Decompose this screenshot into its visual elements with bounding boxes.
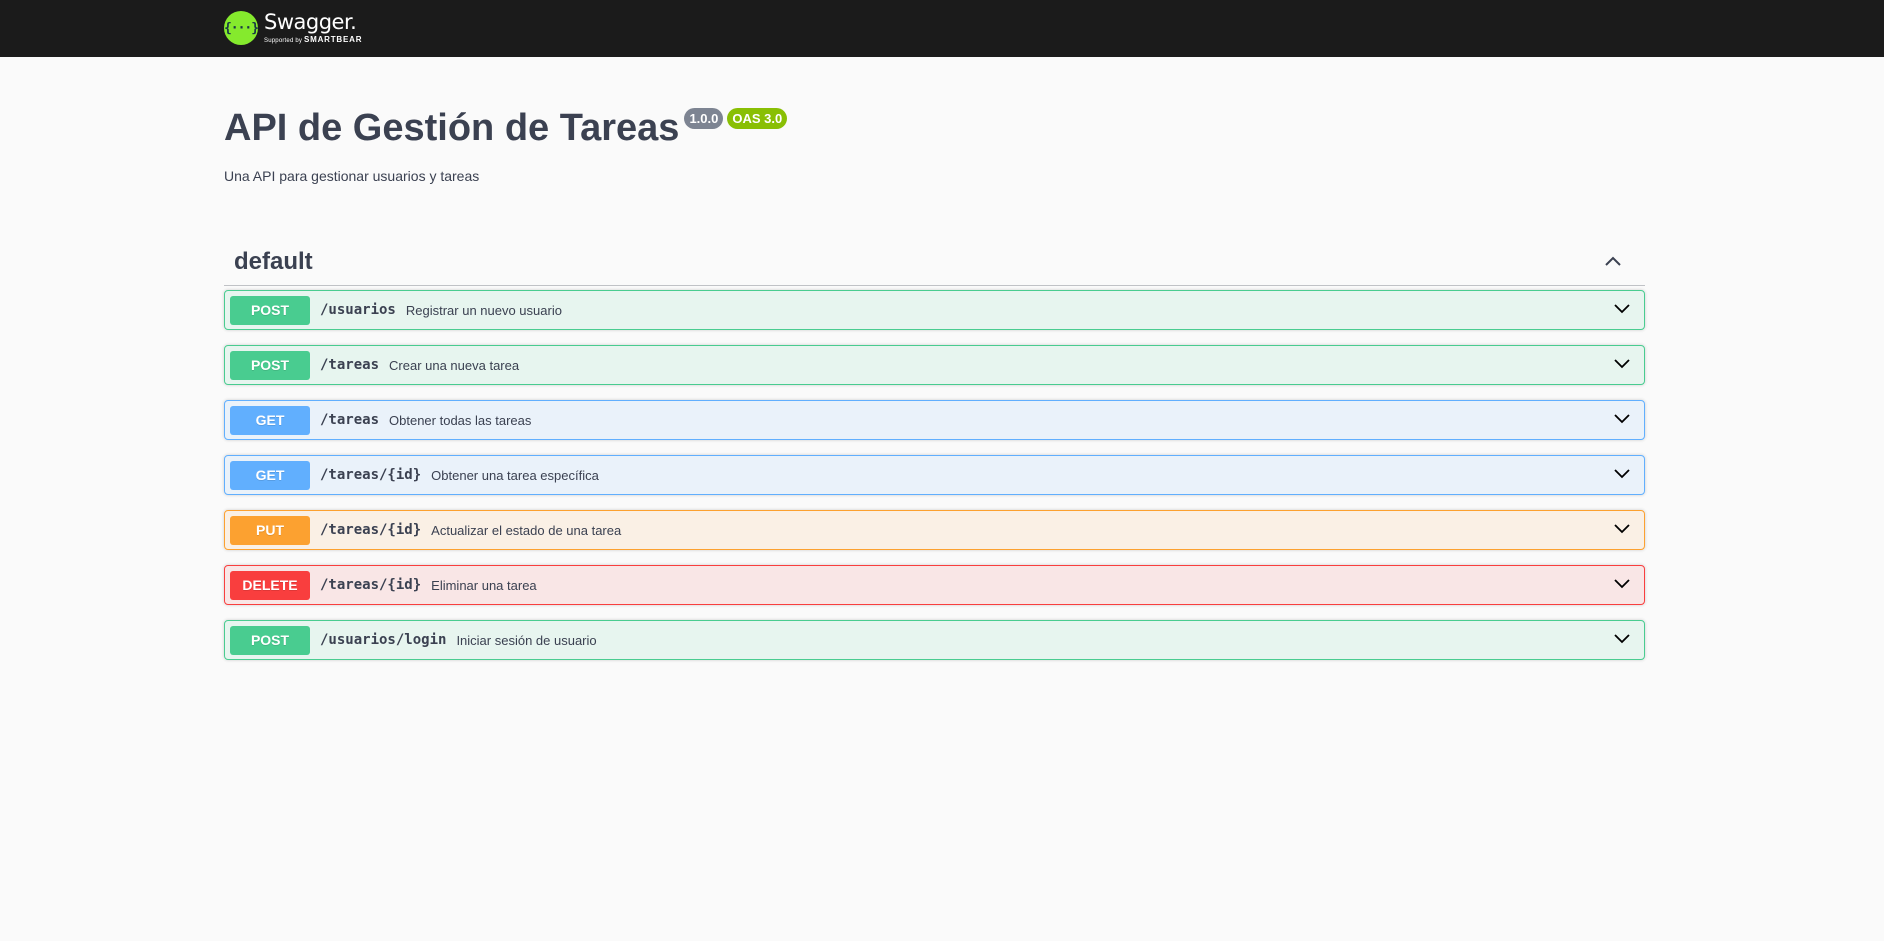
operation-summary: Registrar un nuevo usuario (405, 302, 562, 318)
operation-path: /tareas/{id} (320, 467, 422, 483)
operation-post[interactable]: POST/usuarios Registrar un nuevo usuario (224, 290, 1645, 330)
logo-supported: Supported by (264, 38, 303, 44)
page-title: API de Gestión de Tareas (224, 107, 680, 149)
oas-badge: OAS 3.0 (727, 108, 788, 129)
operation-path: /tareas/{id} (320, 577, 422, 593)
method-badge: GET (230, 405, 310, 435)
operation-delete[interactable]: DELETE/tareas/{id} Eliminar una tarea (224, 565, 1645, 605)
tag-name: default (234, 248, 313, 275)
operation-summary: Crear una nueva tarea (389, 357, 520, 373)
version-badge: 1.0.0 (684, 108, 724, 129)
operation-path: /tareas/{id} (320, 522, 422, 538)
operation-path: /tareas (320, 412, 380, 428)
logo-text: Swagger. Supported by SMARTBEAR (264, 10, 363, 45)
method-badge: PUT (230, 515, 310, 545)
chevron-down-icon[interactable] (1612, 354, 1632, 374)
method-badge: POST (230, 295, 310, 325)
logo-sub: Supported by SMARTBEAR (264, 35, 363, 45)
title-row: API de Gestión de Tareas 1.0.0 OAS 3.0 (224, 102, 788, 154)
operation-summary: Actualizar el estado de una tarea (431, 522, 622, 538)
chevron-down-icon[interactable] (1612, 409, 1632, 429)
logo-company: SMARTBEAR (303, 35, 363, 44)
tag-section: default POST/usuarios Registrar un nuevo … (224, 239, 1645, 675)
api-info: API de Gestión de Tareas 1.0.0 OAS 3.0 U… (224, 102, 788, 184)
api-description: Una API para gestionar usuarios y tareas (224, 168, 480, 184)
chevron-down-icon[interactable] (1612, 519, 1632, 539)
operation-get[interactable]: GET/tareas Obtener todas las tareas (224, 400, 1645, 440)
operation-post[interactable]: POST/tareas Crear una nueva tarea (224, 345, 1645, 385)
operation-summary: Obtener todas las tareas (389, 412, 532, 428)
operation-summary: Iniciar sesión de usuario (456, 632, 597, 648)
logo-symbol: {···} (223, 20, 259, 36)
chevron-down-icon[interactable] (1612, 299, 1632, 319)
method-badge: POST (230, 625, 310, 655)
chevron-down-icon[interactable] (1612, 464, 1632, 484)
operation-path: /usuarios/login (320, 632, 447, 648)
chevron-up-icon[interactable] (1601, 250, 1625, 274)
operation-summary: Obtener una tarea específica (431, 467, 599, 483)
chevron-down-icon[interactable] (1612, 574, 1632, 594)
operation-path: /tareas (320, 357, 380, 373)
operations-list: POST/usuarios Registrar un nuevo usuario P… (224, 290, 1645, 660)
tag-header[interactable]: default (224, 239, 1645, 286)
swagger-logo-icon: {···} (223, 11, 259, 45)
operation-put[interactable]: PUT/tareas/{id} Actualizar el estado de u… (224, 510, 1645, 550)
topbar: {···} Swagger. Supported by SMARTBEAR (0, 0, 1884, 57)
operation-get[interactable]: GET/tareas/{id} Obtener una tarea específ… (224, 455, 1645, 495)
operation-path: /usuarios (320, 302, 396, 318)
logo-name: Swagger. (264, 10, 357, 34)
swagger-logo-link[interactable]: {···} Swagger. Supported by SMARTBEAR (224, 8, 362, 48)
operation-summary: Eliminar una tarea (431, 577, 537, 593)
method-badge: GET (230, 460, 310, 490)
operation-post[interactable]: POST/usuarios/login Iniciar sesión de usu… (224, 620, 1645, 660)
method-badge: DELETE (230, 570, 310, 600)
chevron-down-icon[interactable] (1612, 629, 1632, 649)
method-badge: POST (230, 350, 310, 380)
